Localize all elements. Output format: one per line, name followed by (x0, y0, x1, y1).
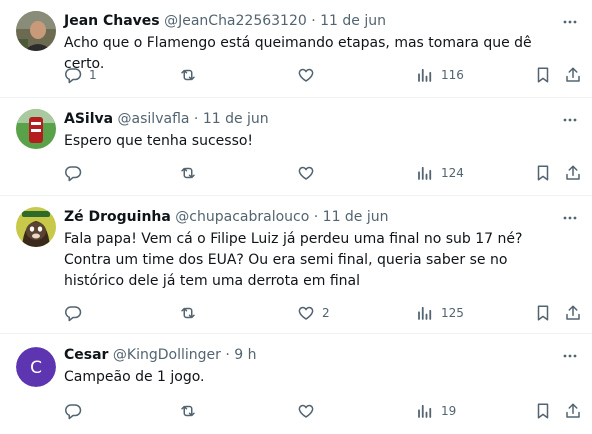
view-count: 124 (441, 166, 464, 180)
bookmark-button[interactable] (534, 401, 552, 421)
reply-icon (64, 304, 82, 322)
timestamp[interactable]: 9 h (234, 347, 256, 363)
action-bar: 1 116 (64, 65, 592, 85)
like-icon (297, 164, 315, 182)
reply-feed: Jean Chaves @JeanCha22563120 · 11 de jun… (0, 0, 592, 434)
share-button[interactable] (564, 303, 582, 323)
like-button[interactable] (297, 163, 322, 183)
share-button[interactable] (564, 163, 582, 183)
views-button[interactable]: 124 (416, 163, 464, 183)
tweet[interactable]: C Cesar @KingDollinger · 9 h Campeão de … (0, 334, 592, 434)
tweet-header: Jean Chaves @JeanCha22563120 · 11 de jun (64, 11, 552, 31)
bookmark-button[interactable] (534, 303, 552, 323)
bookmark-icon (534, 304, 552, 322)
more-icon[interactable] (562, 348, 578, 364)
separator-dot: · (311, 13, 316, 29)
reply-count: 1 (89, 68, 97, 82)
more-icon[interactable] (562, 14, 578, 30)
share-icon (564, 304, 582, 322)
share-icon (564, 66, 582, 84)
user-handle[interactable]: @KingDollinger (113, 347, 221, 363)
views-icon (416, 402, 434, 420)
user-handle[interactable]: @JeanCha22563120 (164, 13, 307, 29)
like-count: 2 (322, 306, 330, 320)
retweet-button[interactable] (179, 401, 204, 421)
avatar-letter: C (30, 358, 42, 378)
tweet-header: ASilva @asilvafla · 11 de jun (64, 109, 552, 129)
avatar[interactable] (16, 207, 56, 247)
more-icon[interactable] (562, 210, 578, 226)
reply-icon (64, 66, 82, 84)
view-count: 19 (441, 404, 457, 418)
bookmark-icon (534, 66, 552, 84)
user-handle[interactable]: @chupacabralouco (175, 209, 309, 225)
retweet-icon (179, 304, 197, 322)
views-button[interactable]: 125 (416, 303, 464, 323)
retweet-icon (179, 66, 197, 84)
tweet-header: Zé Droguinha @chupacabralouco · 11 de ju… (64, 207, 552, 227)
reply-icon (64, 164, 82, 182)
display-name[interactable]: ASilva (64, 111, 113, 127)
tweet-header: Cesar @KingDollinger · 9 h (64, 345, 552, 365)
bookmark-icon (534, 402, 552, 420)
display-name[interactable]: Zé Droguinha (64, 209, 171, 225)
views-icon (416, 66, 434, 84)
share-button[interactable] (564, 65, 582, 85)
action-bar: 2 125 (64, 303, 592, 323)
reply-button[interactable] (64, 303, 89, 323)
tweet-text: Campeão de 1 jogo. (64, 369, 205, 385)
reply-button[interactable]: 1 (64, 65, 97, 85)
bookmark-button[interactable] (534, 163, 552, 183)
retweet-icon (179, 402, 197, 420)
display-name[interactable]: Cesar (64, 347, 108, 363)
timestamp[interactable]: 11 de jun (320, 13, 386, 29)
display-name[interactable]: Jean Chaves (64, 13, 160, 29)
retweet-button[interactable] (179, 303, 204, 323)
views-button[interactable]: 116 (416, 65, 464, 85)
like-icon (297, 304, 315, 322)
share-icon (564, 402, 582, 420)
separator-dot: · (313, 209, 319, 225)
like-button[interactable] (297, 65, 322, 85)
tweet[interactable]: Jean Chaves @JeanCha22563120 · 11 de jun… (0, 0, 592, 98)
like-button[interactable] (297, 401, 322, 421)
separator-dot: · (225, 347, 230, 363)
avatar[interactable]: C (16, 347, 56, 387)
action-bar: 19 (64, 401, 592, 421)
like-icon (297, 402, 315, 420)
user-handle[interactable]: @asilvafla (118, 111, 190, 127)
views-button[interactable]: 19 (416, 401, 456, 421)
views-icon (416, 164, 434, 182)
retweet-button[interactable] (179, 65, 204, 85)
like-icon (297, 66, 315, 84)
retweet-icon (179, 164, 197, 182)
reply-button[interactable] (64, 163, 89, 183)
bookmark-button[interactable] (534, 65, 552, 85)
view-count: 125 (441, 306, 464, 320)
more-icon[interactable] (562, 112, 578, 128)
tweet[interactable]: Zé Droguinha @chupacabralouco · 11 de ju… (0, 196, 592, 334)
share-button[interactable] (564, 401, 582, 421)
share-icon (564, 164, 582, 182)
tweet[interactable]: ASilva @asilvafla · 11 de jun Espero que… (0, 98, 592, 196)
reply-icon (64, 402, 82, 420)
like-button[interactable]: 2 (297, 303, 330, 323)
separator-dot: · (193, 111, 199, 127)
avatar[interactable] (16, 109, 56, 149)
reply-button[interactable] (64, 401, 89, 421)
avatar[interactable] (16, 11, 56, 51)
bookmark-icon (534, 164, 552, 182)
retweet-button[interactable] (179, 163, 204, 183)
tweet-text: Fala papa! Vem cá o Filipe Luiz já perde… (64, 231, 523, 289)
views-icon (416, 304, 434, 322)
timestamp[interactable]: 11 de jun (203, 111, 269, 127)
action-bar: 124 (64, 163, 592, 183)
timestamp[interactable]: 11 de jun (323, 209, 389, 225)
tweet-text: Espero que tenha sucesso! (64, 133, 254, 149)
view-count: 116 (441, 68, 464, 82)
